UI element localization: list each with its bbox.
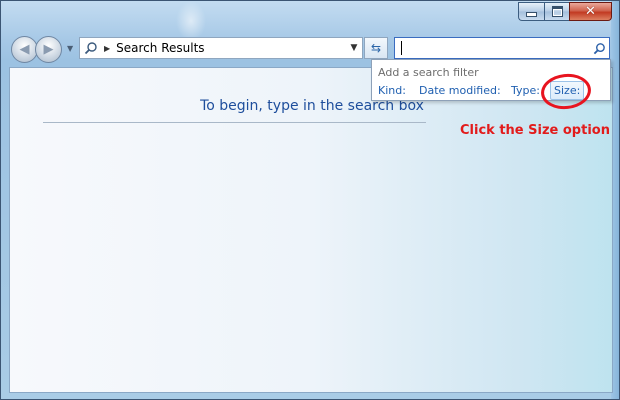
title-glow [176,1,206,41]
address-text[interactable]: Search Results [116,41,346,55]
address-dropdown-icon[interactable]: ▼ [346,43,362,53]
filter-option-type[interactable]: Type: [511,84,540,97]
results-pane: To begin, type in the search box [9,67,613,393]
filter-option-date-modified[interactable]: Date modified: [419,84,501,97]
close-icon: ✕ [585,4,596,19]
refresh-icon: ⇆ [370,41,382,55]
forward-arrow-icon: ▶ [43,42,54,57]
filter-option-kind[interactable]: Kind: [378,84,406,97]
forward-button[interactable]: ▶ [35,36,62,63]
search-box[interactable] [394,37,610,59]
filter-menu-title: Add a search filter [378,66,479,79]
back-arrow-icon: ◀ [19,42,30,57]
breadcrumb-arrow-icon[interactable]: ▶ [104,44,110,53]
minimize-button[interactable] [518,2,544,21]
close-button[interactable]: ✕ [569,2,612,21]
refresh-button[interactable]: ⇆ [364,37,388,59]
recent-pages-dropdown[interactable]: ▼ [67,44,73,53]
search-icon [80,38,102,58]
maximize-button[interactable] [544,2,569,21]
hint-divider [43,122,426,123]
maximize-icon [551,6,563,17]
text-caret [401,41,402,55]
search-icon[interactable] [589,38,609,58]
back-button[interactable]: ◀ [11,36,38,63]
navigation-buttons: ◀ ▶ ▼ [11,36,73,63]
explorer-window: ✕ ◀ ▶ ▼ ▶ Search Results ▼ ⇆ To begin, t… [0,0,620,400]
caption-buttons: ✕ [518,2,612,21]
minimize-icon [526,12,537,17]
search-input[interactable] [395,39,589,57]
address-bar[interactable]: ▶ Search Results ▼ [79,37,363,59]
annotation-text: Click the Size option [460,123,610,138]
